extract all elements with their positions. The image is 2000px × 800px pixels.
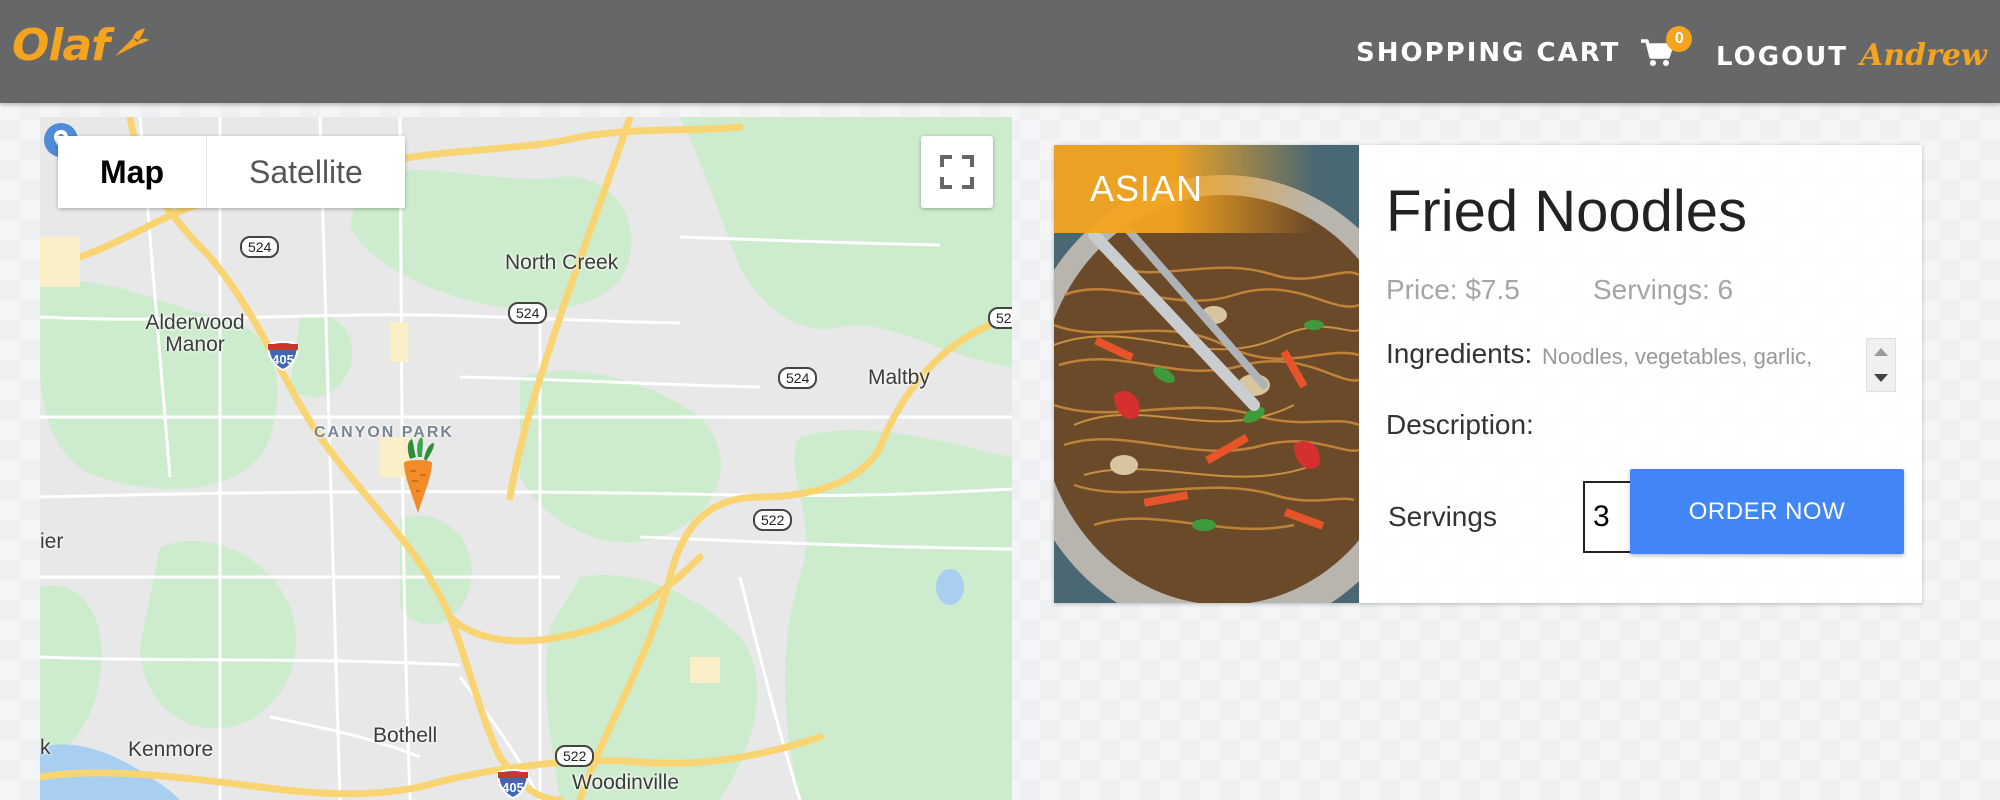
- interstate-number: 405: [502, 780, 524, 795]
- servings-label: Servings: [1388, 501, 1497, 532]
- map-type-map-button[interactable]: Map: [58, 136, 207, 208]
- place-label-edge-left: ier: [40, 530, 64, 553]
- order-now-button[interactable]: ORDER NOW: [1630, 469, 1904, 554]
- map-view[interactable]: Map Satellite North Creek Alderwood Mano…: [40, 117, 1012, 800]
- route-shield-edge: 52: [988, 307, 1012, 329]
- route-shield-524: 524: [240, 236, 280, 258]
- shopping-cart-label: SHOPPING CART: [1356, 38, 1621, 68]
- interstate-shield-405: 405: [496, 769, 530, 799]
- place-label-alderwood-manor: Alderwood Manor: [145, 311, 245, 357]
- brand-logo[interactable]: Olaf: [12, 20, 150, 71]
- category-label: ASIAN: [1054, 145, 1359, 233]
- map-type-satellite-button[interactable]: Satellite: [207, 136, 405, 208]
- shopping-cart-link[interactable]: SHOPPING CART 0: [1356, 26, 1693, 68]
- product-card: ASIAN Fried Noodles Price: $7.5 Servings…: [1054, 145, 1922, 603]
- fullscreen-button[interactable]: [921, 136, 993, 208]
- product-title: Fried Noodles: [1386, 179, 1748, 244]
- place-label-north-creek: North Creek: [505, 251, 619, 274]
- user-name: Andrew: [1860, 38, 1987, 73]
- place-label-bothell: Bothell: [373, 724, 438, 747]
- route-shield-524: 524: [778, 367, 818, 389]
- ingredients-scrollbar[interactable]: [1866, 338, 1896, 392]
- top-navbar: Olaf SHOPPING CART 0 LOGOUT Andrew: [0, 0, 2000, 103]
- logout-link[interactable]: LOGOUT Andrew: [1716, 38, 1987, 73]
- interstate-number: 405: [272, 352, 294, 367]
- cart-count-badge: 0: [1666, 26, 1693, 52]
- ingredients-text[interactable]: Noodles, vegetables, garlic,: [1542, 344, 1828, 376]
- product-details: Fried Noodles Price: $7.5 Servings: 6 In…: [1386, 145, 1906, 603]
- scroll-up-arrow-icon[interactable]: [1867, 339, 1895, 365]
- place-label-woodinville: Woodinville: [572, 771, 679, 794]
- product-price: Price: $7.5: [1386, 274, 1520, 305]
- ingredients-row: Ingredients: Noodles, vegetables, garlic…: [1386, 338, 1906, 394]
- place-label-maltby: Maltby: [868, 366, 930, 389]
- map-tiles[interactable]: [40, 117, 1012, 800]
- route-shield-524: 524: [508, 302, 548, 324]
- scroll-down-arrow-icon[interactable]: [1867, 365, 1895, 391]
- interstate-shield-405: 405: [266, 341, 300, 371]
- map-type-control: Map Satellite: [58, 136, 405, 208]
- route-shield-522: 522: [753, 509, 793, 531]
- route-shield-522: 522: [555, 745, 595, 767]
- product-servings-info: Servings: 6: [1593, 274, 1734, 305]
- logo-text: Olaf: [12, 20, 110, 71]
- fullscreen-icon: [940, 155, 974, 189]
- logout-label: LOGOUT: [1716, 42, 1849, 72]
- carrot-logo-icon: [115, 27, 150, 56]
- cart-icon[interactable]: 0: [1640, 26, 1693, 68]
- description-label: Description:: [1386, 409, 1534, 440]
- place-label-kenmore: Kenmore: [128, 738, 214, 761]
- place-label-edge-bottom-left: k: [40, 736, 51, 759]
- carrot-marker-icon[interactable]: [400, 437, 436, 513]
- ingredients-label: Ingredients:: [1386, 338, 1533, 369]
- food-image: ASIAN: [1054, 145, 1359, 603]
